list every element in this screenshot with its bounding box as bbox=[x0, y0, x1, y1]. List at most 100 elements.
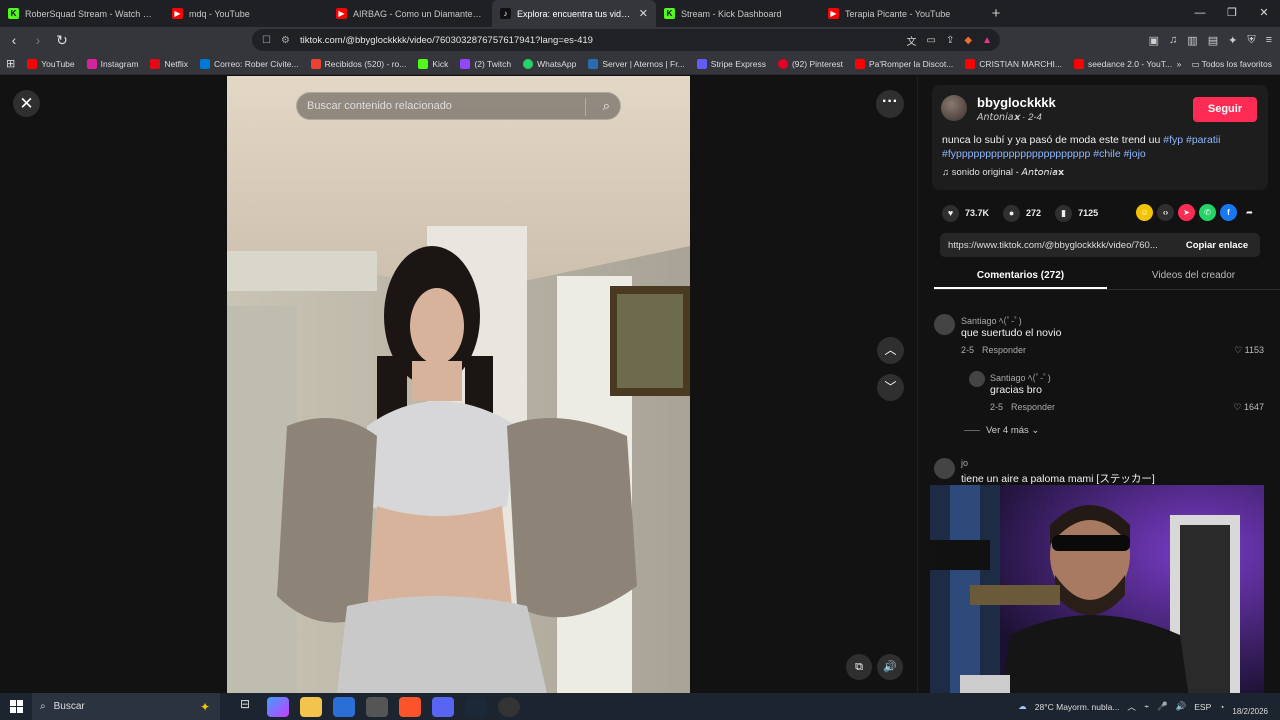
follow-button[interactable]: Seguir bbox=[1193, 97, 1257, 122]
bookmark-item[interactable]: Recibidos (520) - ro... bbox=[310, 58, 406, 69]
vpn-icon[interactable]: ⛨ bbox=[1247, 34, 1255, 47]
network-icon[interactable]: ⌁ bbox=[1144, 701, 1149, 712]
store-icon[interactable] bbox=[333, 696, 355, 717]
obs-icon[interactable] bbox=[498, 696, 520, 717]
search-icon[interactable]: ⌕ bbox=[603, 98, 610, 114]
forward-icon[interactable]: › bbox=[28, 32, 48, 48]
comment-author[interactable]: jo bbox=[961, 458, 968, 468]
windows-start-icon[interactable] bbox=[0, 693, 32, 720]
bookmark-item[interactable]: (2) Twitch bbox=[460, 58, 511, 69]
sound-link[interactable]: ♫ sonido original - 𝘈𝘯𝘵𝘰𝘯𝘪𝘢𝘅 bbox=[942, 167, 1064, 178]
apps-icon[interactable]: ⊞ bbox=[6, 57, 15, 70]
share-arrow-icon[interactable]: ➦ bbox=[1241, 204, 1258, 221]
bookmark-item[interactable]: Instagram bbox=[86, 58, 138, 69]
bookmark-item[interactable]: Server | Aternos | Fr... bbox=[588, 58, 685, 69]
file-explorer-icon[interactable] bbox=[300, 696, 322, 717]
volume-icon[interactable]: 🔊 bbox=[877, 654, 903, 680]
cast-icon[interactable]: ▭ bbox=[927, 35, 936, 46]
tab[interactable]: K Stream - Kick Dashboard bbox=[656, 0, 820, 27]
restore-icon[interactable]: ❐ bbox=[1216, 0, 1248, 27]
comment-like[interactable]: ♡ 1153 bbox=[1234, 345, 1264, 356]
avatar[interactable] bbox=[934, 458, 955, 479]
microphone-icon[interactable]: 🎤 bbox=[1157, 701, 1168, 712]
ai-icon[interactable]: ✦ bbox=[1228, 34, 1237, 47]
weather-text[interactable]: 28°C Mayorm. nubla... bbox=[1035, 702, 1120, 712]
facebook-icon[interactable]: f bbox=[1220, 204, 1237, 221]
share-icon[interactable]: ⇪ bbox=[946, 35, 954, 46]
view-more-replies[interactable]: Ver 4 más ⌄ bbox=[964, 425, 1039, 436]
brave-rewards-icon[interactable]: ▲ bbox=[982, 35, 992, 46]
tab[interactable]: ▶ mdq - YouTube bbox=[164, 0, 328, 27]
video-player[interactable] bbox=[227, 76, 690, 693]
more-options-icon[interactable]: ··· bbox=[876, 90, 904, 118]
comment-button[interactable]: ● 272 bbox=[1003, 204, 1041, 222]
new-tab-button[interactable]: + bbox=[984, 5, 1008, 22]
whatsapp-icon[interactable]: ✆ bbox=[1199, 204, 1216, 221]
reply-button[interactable]: Responder bbox=[982, 345, 1026, 355]
translate-icon[interactable]: 文 bbox=[907, 33, 917, 48]
chevron-up-icon[interactable]: ︿ bbox=[1127, 701, 1136, 713]
like-button[interactable]: ♥ 73.7K bbox=[942, 204, 989, 222]
bookmark-item[interactable]: Netflix bbox=[150, 58, 188, 69]
bookmark-item[interactable]: (92) Pinterest bbox=[777, 58, 843, 69]
tab[interactable]: ▶AIRBAG - Como un Diamante - video bbox=[328, 0, 492, 27]
username[interactable]: bbyglockkkk bbox=[977, 95, 1056, 110]
bookmark-item[interactable]: YouTube bbox=[27, 58, 75, 69]
tab[interactable]: ▶ Terapia Picante - YouTube bbox=[820, 0, 984, 27]
wifi-icon[interactable]: ◔ bbox=[1219, 702, 1224, 712]
avatar[interactable] bbox=[934, 314, 955, 335]
screenshot-icon[interactable]: ▣ bbox=[1149, 34, 1159, 47]
sidebar-icon[interactable]: ▥ bbox=[1187, 34, 1197, 47]
send-icon[interactable]: ➤ bbox=[1178, 204, 1195, 221]
copy-link-button[interactable]: Copiar enlace bbox=[1174, 240, 1260, 251]
back-icon[interactable]: ‹ bbox=[4, 32, 24, 48]
menu-icon[interactable]: ≡ bbox=[1266, 34, 1272, 46]
copilot-icon[interactable] bbox=[267, 696, 289, 717]
chevron-right-icon[interactable]: » bbox=[1177, 59, 1182, 69]
comment-author[interactable]: Santiago ﾍ(ﾟ-ﾟ) bbox=[990, 371, 1051, 384]
address-bar[interactable]: ☐ ⚙ tiktok.com/@bbyglockkkk/video/760303… bbox=[252, 29, 1000, 51]
tab-active[interactable]: ♪ Explora: encuentra tus videos ✕ bbox=[492, 0, 656, 27]
bookmark-item[interactable]: Pa'Romper la Discot... bbox=[855, 58, 953, 69]
media-icon[interactable]: ♫ bbox=[1169, 34, 1177, 46]
language-indicator[interactable]: ESP bbox=[1194, 702, 1211, 712]
bookmark-item[interactable]: WhatsApp bbox=[523, 58, 576, 69]
site-info-icon[interactable]: ⚙ bbox=[281, 35, 290, 46]
embed-icon[interactable]: ‹› bbox=[1157, 204, 1174, 221]
search-input[interactable]: Buscar contenido relacionado bbox=[307, 100, 452, 112]
bookmark-item[interactable]: CRISTIAN MARCHI... bbox=[965, 58, 1062, 69]
comment-author[interactable]: Santiago ﾍ(ﾟ-ﾟ) bbox=[961, 314, 1022, 327]
close-icon[interactable]: ✕ bbox=[13, 90, 40, 117]
brave-shield-icon[interactable]: ◆ bbox=[964, 35, 972, 46]
volume-icon[interactable]: 🔊 bbox=[1176, 701, 1187, 712]
bookmark-item[interactable]: Kick bbox=[418, 58, 448, 69]
save-button[interactable]: ▮ 7125 bbox=[1055, 204, 1098, 222]
miniplayer-icon[interactable]: ⧉ bbox=[846, 654, 872, 680]
clock[interactable]: 18/2/2026 bbox=[1232, 697, 1268, 717]
app-icon[interactable] bbox=[366, 696, 388, 717]
bookmark-page-icon[interactable]: ☐ bbox=[262, 35, 271, 46]
emoji-share-icon[interactable]: ☺ bbox=[1136, 204, 1153, 221]
avatar[interactable] bbox=[969, 371, 985, 387]
close-window-icon[interactable]: ✕ bbox=[1248, 0, 1280, 27]
chevron-down-icon[interactable]: ﹀ bbox=[877, 374, 904, 401]
chevron-up-icon[interactable]: ︿ bbox=[877, 337, 904, 364]
wallet-icon[interactable]: ▤ bbox=[1208, 34, 1218, 47]
comment-like[interactable]: ♡ 1647 bbox=[1233, 402, 1264, 413]
reload-icon[interactable]: ↻ bbox=[52, 32, 72, 49]
tab-close-icon[interactable]: ✕ bbox=[639, 7, 648, 20]
all-bookmarks[interactable]: ▭ Todos los favoritos bbox=[1191, 59, 1272, 70]
brave-icon[interactable] bbox=[399, 696, 421, 717]
related-search-bar[interactable]: Buscar contenido relacionado ⌕ bbox=[296, 92, 621, 120]
avatar[interactable] bbox=[941, 95, 967, 121]
bookmark-item[interactable]: Stripe Express bbox=[696, 58, 766, 69]
discord-icon[interactable] bbox=[432, 696, 454, 717]
task-view-icon[interactable]: ⊟ bbox=[234, 697, 256, 717]
minimize-icon[interactable]: — bbox=[1184, 0, 1216, 27]
reply-button[interactable]: Responder bbox=[1011, 402, 1055, 412]
bookmark-item[interactable]: Correo: Rober Civite... bbox=[200, 58, 299, 69]
steam-icon[interactable] bbox=[465, 696, 487, 717]
bookmark-item[interactable]: seedance 2.0 - YouT... bbox=[1073, 58, 1172, 69]
tab-creator-videos[interactable]: Videos del creador bbox=[1107, 264, 1280, 289]
tab[interactable]: K RoberSquad Stream - Watch Live bbox=[0, 0, 164, 27]
